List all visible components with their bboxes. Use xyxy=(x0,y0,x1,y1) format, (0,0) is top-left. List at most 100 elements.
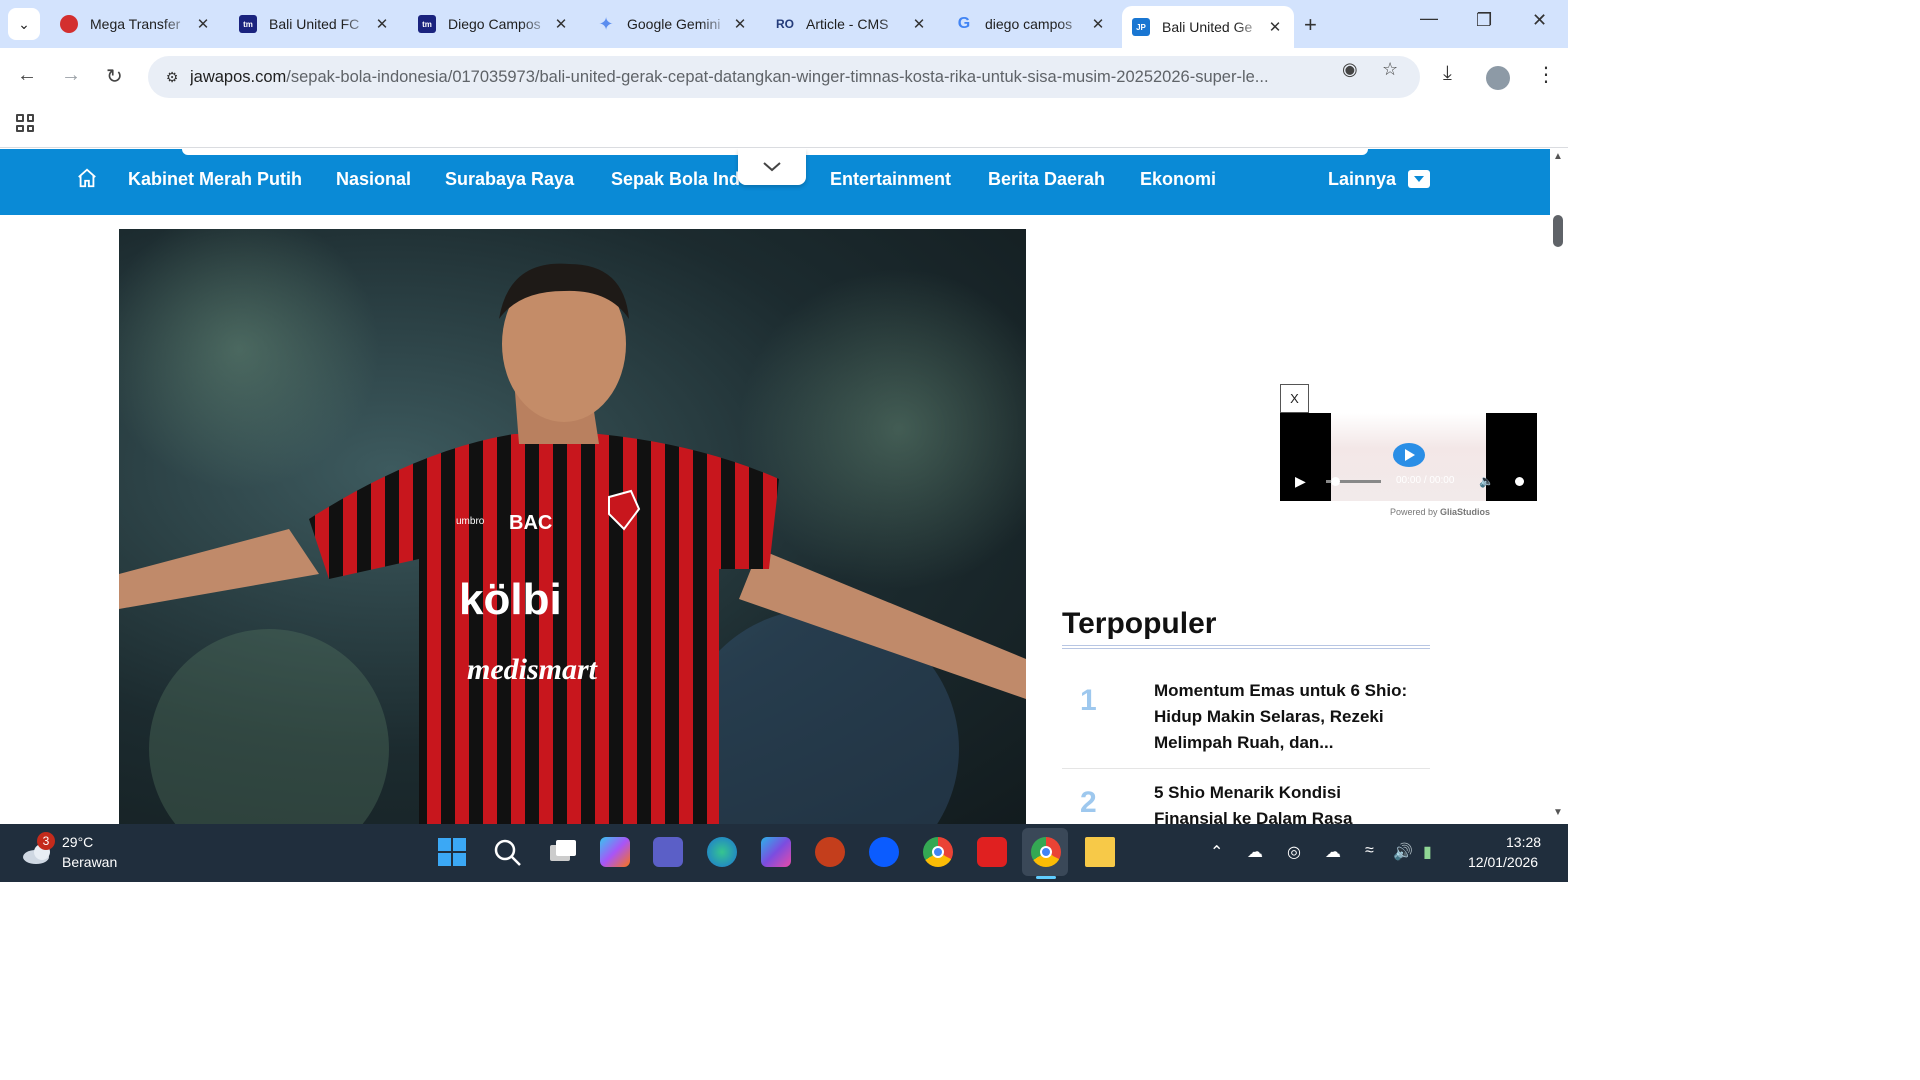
teams-icon[interactable] xyxy=(653,837,683,867)
zoom-icon[interactable] xyxy=(869,837,899,867)
tab-title: Article - CMS xyxy=(806,16,889,32)
back-button[interactable]: ← xyxy=(17,64,37,87)
close-tab-icon[interactable]: ✕ xyxy=(552,15,570,33)
nav-item-surabaya-raya[interactable]: Surabaya Raya xyxy=(445,169,574,190)
nav-item-nasional[interactable]: Nasional xyxy=(336,169,411,190)
tab-title: Bali United FC xyxy=(269,16,360,32)
close-tab-icon[interactable]: ✕ xyxy=(1266,18,1284,36)
chrome-icon[interactable] xyxy=(923,837,953,867)
popular-divider xyxy=(1062,768,1430,769)
play-icon[interactable]: ▶ xyxy=(1295,473,1306,490)
edge-icon[interactable] xyxy=(707,837,737,867)
powered-brand: GliaStudios xyxy=(1440,507,1491,517)
download-icon[interactable]: ⤓ xyxy=(1443,62,1452,85)
minimize-button[interactable]: — xyxy=(1420,8,1438,29)
url-domain: jawapos.com xyxy=(190,67,287,86)
nav-item-kabinet-merah-putih[interactable]: Kabinet Merah Putih xyxy=(128,169,302,190)
close-tab-icon[interactable]: ✕ xyxy=(1089,15,1107,33)
restore-button[interactable]: ❐ xyxy=(1476,10,1492,31)
bookmark-star-icon[interactable]: ☆ xyxy=(1382,59,1398,80)
time-current: 00:00 xyxy=(1396,475,1422,486)
sticky-notes-icon[interactable] xyxy=(1085,837,1115,867)
video-time: 00:00 / 00:00 xyxy=(1396,475,1454,486)
scroll-down-icon[interactable]: ▼ xyxy=(1553,807,1563,818)
copilot-icon[interactable] xyxy=(600,837,630,867)
video-big-play-icon[interactable] xyxy=(1393,443,1425,467)
search-icon[interactable] xyxy=(492,837,522,867)
scroll-up-icon[interactable]: ▲ xyxy=(1553,151,1563,162)
tab-title: Mega Transfer xyxy=(90,16,181,32)
reload-button[interactable]: ↻ xyxy=(106,64,123,89)
weather-condition[interactable]: Berawan xyxy=(62,854,117,870)
profile-avatar[interactable] xyxy=(1486,66,1510,90)
popular-item-1-title[interactable]: Momentum Emas untuk 6 Shio: Hidup Makin … xyxy=(1154,678,1416,756)
close-tab-icon[interactable]: ✕ xyxy=(910,15,928,33)
new-tab-button[interactable]: + xyxy=(1304,12,1317,38)
nav-more-label[interactable]: Lainnya xyxy=(1328,169,1396,190)
video-player[interactable]: ▶ 00:00 / 00:00 🔈 xyxy=(1280,413,1537,501)
volume-icon[interactable]: 🔈 xyxy=(1479,474,1494,488)
location-icon[interactable]: ◎ xyxy=(1287,842,1301,862)
close-tab-icon[interactable]: ✕ xyxy=(373,15,391,33)
scrollbar-thumb[interactable] xyxy=(1553,215,1563,247)
forward-button[interactable]: → xyxy=(61,64,81,87)
video-close-button[interactable]: X xyxy=(1280,384,1309,413)
football-player-photo: kölbi BAC umbro medismart xyxy=(119,229,1026,824)
close-window-button[interactable]: ✕ xyxy=(1532,10,1547,31)
nav-item-ekonomi[interactable]: Ekonomi xyxy=(1140,169,1216,190)
home-icon[interactable] xyxy=(76,167,98,189)
windows-start-icon[interactable] xyxy=(437,837,467,867)
page-scrollbar[interactable]: ▲ ▼ xyxy=(1550,149,1568,824)
cloud-off-icon[interactable]: ☁ xyxy=(1325,842,1341,862)
tab-mega-transfer[interactable]: Mega Transfer ✕ xyxy=(50,6,222,42)
jawapos-favicon-icon: JP xyxy=(1132,18,1150,36)
close-label: X xyxy=(1290,391,1299,406)
close-tab-icon[interactable]: ✕ xyxy=(731,15,749,33)
volume-icon[interactable]: 🔊 xyxy=(1393,842,1413,862)
transfermarkt-favicon-icon: tm xyxy=(418,15,436,33)
nav-item-berita-daerah[interactable]: Berita Daerah xyxy=(988,169,1105,190)
battery-icon[interactable]: ▮ xyxy=(1423,842,1432,862)
tab-title: Google Gemini xyxy=(627,16,721,32)
bookmarks-bar xyxy=(0,104,1568,148)
shirt-sponsor3-text: medismart xyxy=(467,653,599,686)
url-text[interactable]: jawapos.com/sepak-bola-indonesia/0170359… xyxy=(190,68,1328,87)
tab-bali-united-fc[interactable]: tm Bali United FC ✕ xyxy=(229,6,401,42)
powerpoint-icon[interactable] xyxy=(815,837,845,867)
popular-item-2-title[interactable]: 5 Shio Menarik Kondisi Finansial ke Dala… xyxy=(1154,780,1416,824)
weather-temperature[interactable]: 29°C xyxy=(62,834,93,850)
powered-prefix: Powered by xyxy=(1390,507,1438,517)
tab-google-gemini[interactable]: ✦ Google Gemini ✕ xyxy=(587,6,759,42)
site-info-icon[interactable]: ⚙ xyxy=(154,69,190,86)
nav-item-entertainment[interactable]: Entertainment xyxy=(830,169,951,190)
wifi-icon[interactable]: ≈ xyxy=(1365,842,1374,860)
shirt-sponsor-text: kölbi xyxy=(459,575,562,624)
eye-off-icon[interactable]: ◉ xyxy=(1342,59,1358,80)
tab-article-cms[interactable]: RO Article - CMS ✕ xyxy=(766,6,938,42)
article-hero-image: kölbi BAC umbro medismart xyxy=(119,229,1026,824)
wps-icon[interactable] xyxy=(977,837,1007,867)
tab-search-button[interactable]: ⌄ xyxy=(8,8,40,40)
task-view-icon[interactable] xyxy=(546,837,576,867)
tab-diego-campos[interactable]: tm Diego Campos ✕ xyxy=(408,6,580,42)
chrome-profile-icon[interactable] xyxy=(1031,837,1061,867)
tab-title: Bali United Ge xyxy=(1162,19,1253,35)
m365-icon[interactable] xyxy=(761,837,791,867)
close-tab-icon[interactable]: ✕ xyxy=(194,15,212,33)
apps-grid-icon[interactable] xyxy=(16,114,34,132)
video-progress-handle[interactable] xyxy=(1331,477,1340,486)
chevron-down-icon: ⌄ xyxy=(18,15,30,32)
fullscreen-dot-icon[interactable] xyxy=(1515,477,1524,486)
tab-diego-campos-search[interactable]: G diego campos ✕ xyxy=(945,6,1117,42)
expand-header-button[interactable] xyxy=(738,149,806,185)
onedrive-icon[interactable]: ☁ xyxy=(1247,842,1263,862)
dropdown-caret-icon[interactable] xyxy=(1408,170,1430,188)
show-hidden-icons-chevron[interactable]: ⌃ xyxy=(1210,842,1223,862)
clock-date[interactable]: 12/01/2026 xyxy=(1468,854,1538,870)
clock-time[interactable]: 13:28 xyxy=(1506,834,1541,850)
address-bar[interactable]: ⚙ jawapos.com/sepak-bola-indonesia/01703… xyxy=(148,56,1420,98)
menu-kebab-icon[interactable]: ⋮ xyxy=(1536,62,1556,87)
windows-taskbar: 3 29°C Berawan ⌃ ☁ ◎ ☁ ≈ 🔊 ▮ 13:28 12/01… xyxy=(0,824,1568,882)
tab-bali-united-jawapos[interactable]: JP Bali United Ge ✕ xyxy=(1122,6,1294,48)
url-path: /sepak-bola-indonesia/017035973/bali-uni… xyxy=(286,67,1269,86)
